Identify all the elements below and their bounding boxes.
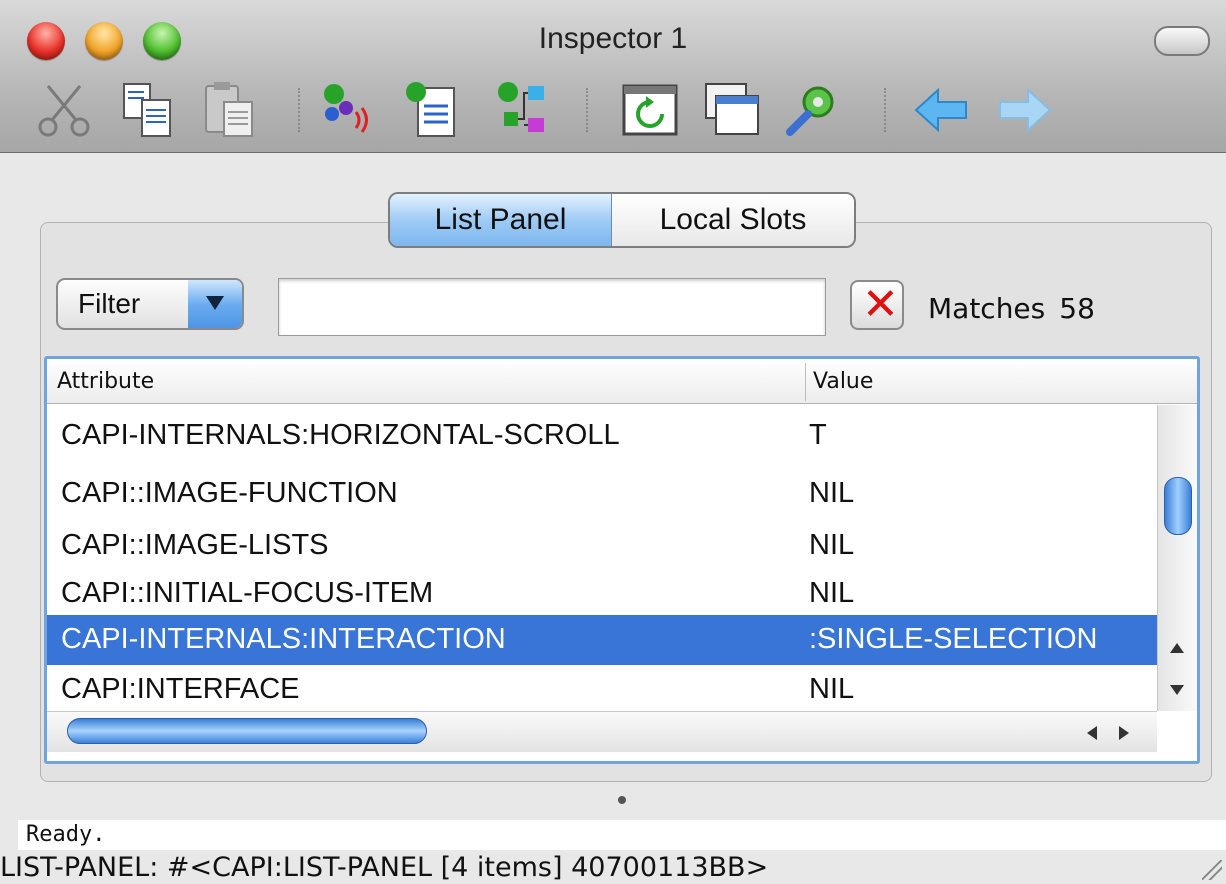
value-cell: NIL [809, 477, 855, 509]
table-row-selected[interactable]: CAPI-INTERNALS:INTERACTION :SINGLE-SELEC… [47, 615, 1157, 665]
table-row[interactable]: CAPI:INTERFACE NIL [47, 665, 1157, 715]
filter-input[interactable] [278, 278, 826, 336]
settings-icon[interactable] [784, 80, 844, 140]
attribute-list[interactable]: Attribute Value CAPI-INTERNALS:HORIZONTA… [44, 356, 1200, 764]
matches-counter: Matches 58 [928, 292, 1095, 325]
signal-objects-icon[interactable] [318, 80, 378, 140]
back-arrow-icon[interactable] [912, 80, 972, 140]
column-divider[interactable] [805, 363, 806, 401]
attribute-cell: CAPI:INTERFACE [61, 673, 300, 705]
matches-label: Matches [928, 292, 1046, 325]
scroll-down-arrow-icon[interactable] [1170, 685, 1184, 695]
window-title: Inspector 1 [538, 22, 688, 55]
table-row[interactable]: CAPI::IMAGE-LISTS NIL [47, 521, 1157, 571]
status-description: LIST-PANEL: #<CAPI:LIST-PANEL [4 items] … [0, 852, 769, 883]
attribute-cell: CAPI::IMAGE-FUNCTION [61, 477, 398, 509]
forward-arrow-icon[interactable] [994, 80, 1054, 140]
clear-filter-button[interactable]: ✕ [850, 280, 904, 330]
value-cell: T [809, 419, 827, 451]
attribute-cell: CAPI-INTERNALS:HORIZONTAL-SCROLL [61, 419, 620, 451]
filter-dropdown[interactable]: Filter [56, 278, 244, 330]
inspect-list-icon[interactable] [402, 80, 462, 140]
refresh-icon[interactable] [620, 80, 680, 140]
column-header-attribute[interactable]: Attribute [57, 369, 154, 394]
horizontal-scroll-thumb[interactable] [67, 718, 427, 744]
tab-local-slots[interactable]: Local Slots [612, 194, 854, 246]
scroll-right-arrow-icon[interactable] [1119, 726, 1129, 740]
scroll-up-arrow-icon[interactable] [1170, 643, 1184, 653]
toolbar-separator [298, 88, 300, 132]
horizontal-scrollbar[interactable] [47, 711, 1157, 752]
value-cell: NIL [809, 577, 855, 609]
paste-icon[interactable] [200, 80, 260, 140]
status-message: Ready. [26, 822, 106, 847]
hierarchy-icon[interactable] [494, 80, 554, 140]
copy-icon[interactable] [118, 80, 178, 140]
column-header-value[interactable]: Value [813, 369, 873, 394]
attribute-cell: CAPI-INTERNALS:INTERACTION [61, 623, 506, 655]
value-cell: NIL [809, 529, 855, 561]
chevron-down-icon [188, 280, 242, 328]
toolbar-toggle-button[interactable] [1154, 26, 1210, 56]
title-bar: Inspector 1 [0, 0, 1226, 153]
list-header: Attribute Value [47, 359, 1197, 404]
toolbar-separator [586, 88, 588, 132]
toolbar-separator [884, 88, 886, 132]
splitter-handle[interactable] [618, 796, 626, 804]
table-row[interactable]: CAPI::INITIAL-FOCUS-ITEM NIL [47, 569, 1157, 619]
scroll-left-arrow-icon[interactable] [1087, 726, 1097, 740]
value-cell: NIL [809, 673, 855, 705]
close-x-icon: ✕ [862, 280, 899, 329]
vertical-scrollbar[interactable] [1157, 405, 1197, 711]
value-cell: :SINGLE-SELECTION [809, 623, 1098, 655]
cut-icon[interactable] [34, 80, 94, 140]
attribute-cell: CAPI::INITIAL-FOCUS-ITEM [61, 577, 434, 609]
window-icon[interactable] [702, 80, 762, 140]
table-row[interactable]: CAPI-INTERNALS:HORIZONTAL-SCROLL T [47, 411, 1157, 461]
tab-bar: List Panel Local Slots [388, 192, 856, 248]
vertical-scroll-thumb[interactable] [1164, 477, 1192, 535]
tab-list-panel[interactable]: List Panel [390, 194, 612, 246]
matches-count: 58 [1059, 292, 1095, 325]
table-row[interactable]: CAPI::IMAGE-FUNCTION NIL [47, 469, 1157, 519]
attribute-cell: CAPI::IMAGE-LISTS [61, 529, 329, 561]
status-message-bar: Ready. [18, 820, 1226, 850]
resize-grip-icon[interactable] [1202, 860, 1222, 880]
filter-dropdown-label: Filter [78, 288, 141, 319]
